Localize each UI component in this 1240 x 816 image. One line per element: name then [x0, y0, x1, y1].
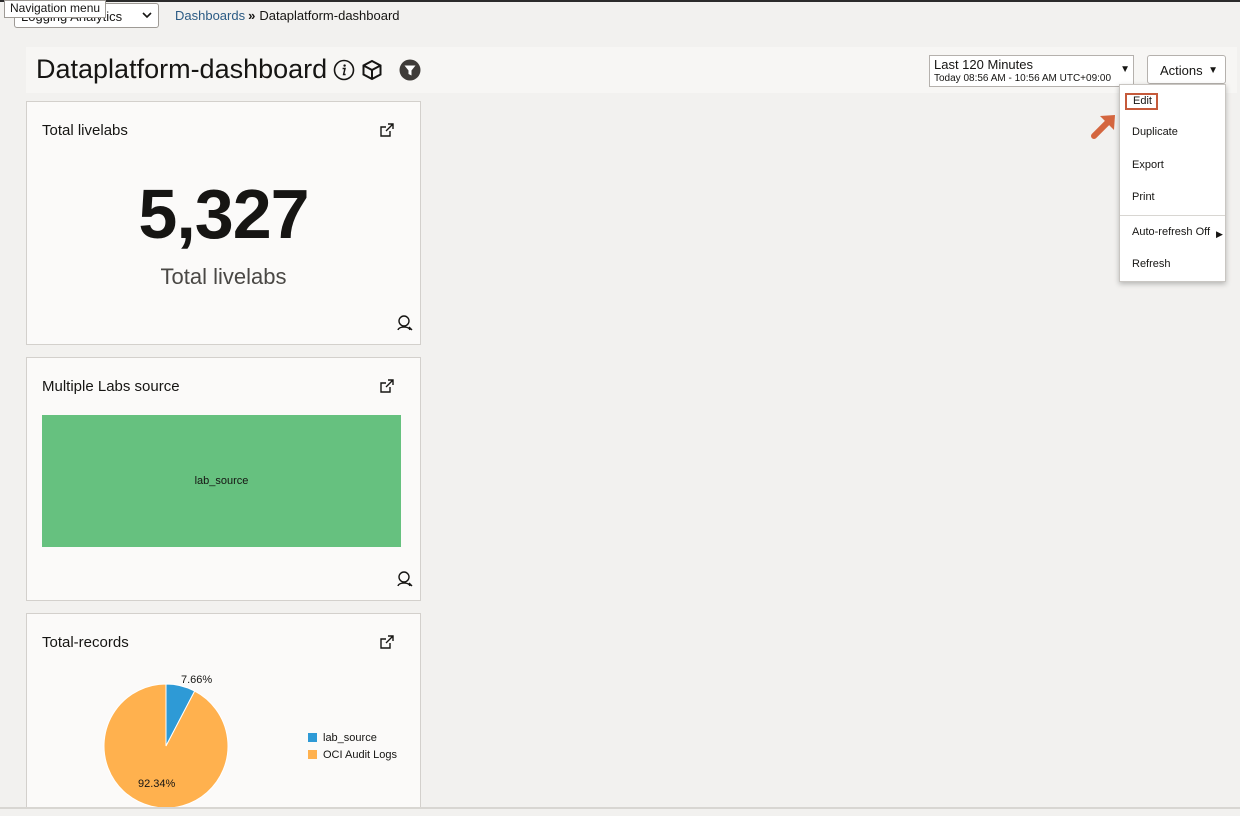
menu-item-auto-refresh[interactable]: Auto-refresh Off [1132, 226, 1210, 238]
menu-item-print[interactable]: Print [1132, 191, 1155, 203]
actions-button-label: Actions [1160, 63, 1203, 78]
time-range-selector[interactable]: Last 120 Minutes Today 08:56 AM - 10:56 … [929, 55, 1134, 87]
metric-label: Total livelabs [160, 264, 287, 289]
info-icon[interactable] [333, 59, 355, 81]
open-external-icon[interactable] [379, 378, 395, 394]
card-multiple-labs-source: Multiple Labs source lab_source [26, 357, 421, 601]
pie-label-lab-source: 7.66% [181, 674, 213, 686]
navigation-menu-tooltip: Navigation menu [4, 0, 107, 18]
time-range-detail: Today 08:56 AM - 10:56 AM UTC+09:00 [934, 73, 1112, 84]
window-top-border [0, 0, 1240, 2]
caret-down-icon: ▼ [1120, 64, 1130, 75]
breadcrumb-dashboards-link[interactable]: Dashboards [175, 8, 245, 23]
legend-label: OCI Audit Logs [323, 749, 397, 761]
open-external-icon[interactable] [379, 122, 395, 138]
treemap-label: lab_source [194, 475, 249, 487]
page-title: Dataplatform-dashboard [36, 54, 328, 84]
breadcrumb-separator: » [248, 8, 256, 23]
legend-item-oci-audit-logs[interactable]: OCI Audit Logs [308, 749, 397, 761]
pointer-arrow-icon [1091, 115, 1115, 139]
breadcrumb-current: Dataplatform-dashboard [259, 8, 400, 23]
explore-search-icon[interactable] [396, 314, 414, 332]
treemap-cell-lab-source[interactable]: lab_source [42, 415, 401, 547]
filter-icon[interactable] [399, 59, 421, 81]
caret-right-icon: ▶ [1216, 229, 1223, 239]
actions-menu: Edit Duplicate Export Print Auto-refresh… [1119, 84, 1226, 282]
open-external-icon[interactable] [379, 634, 395, 650]
time-range-label: Last 120 Minutes [934, 57, 1034, 72]
menu-item-refresh[interactable]: Refresh [1132, 258, 1171, 270]
menu-divider [1120, 215, 1225, 216]
card-title: Total livelabs [42, 122, 128, 139]
menu-item-edit[interactable]: Edit [1125, 93, 1158, 110]
caret-down-icon: ▼ [1208, 65, 1218, 76]
card-title: Multiple Labs source [42, 378, 180, 395]
pie-chart [103, 683, 229, 809]
chevron-down-icon [142, 8, 152, 25]
explore-search-icon[interactable] [396, 570, 414, 588]
pie-label-oci-audit-logs: 92.34% [138, 778, 176, 790]
card-total-livelabs: Total livelabs 5,327 Total livelabs [26, 101, 421, 345]
legend-item-lab-source[interactable]: lab_source [308, 732, 377, 744]
metric-value: 5,327 [138, 175, 309, 253]
card-title: Total-records [42, 634, 129, 651]
breadcrumb: Dashboards» Dataplatform-dashboard [175, 8, 400, 23]
legend-label: lab_source [323, 732, 377, 744]
card-total-records: Total-records 7.66% 92.34% lab_source OC… [26, 613, 421, 809]
menu-item-duplicate[interactable]: Duplicate [1132, 126, 1178, 138]
menu-item-export[interactable]: Export [1132, 159, 1164, 171]
legend-swatch [308, 750, 317, 759]
actions-button[interactable]: Actions ▼ [1147, 55, 1226, 84]
cube-icon[interactable] [361, 59, 383, 81]
legend-swatch [308, 733, 317, 742]
